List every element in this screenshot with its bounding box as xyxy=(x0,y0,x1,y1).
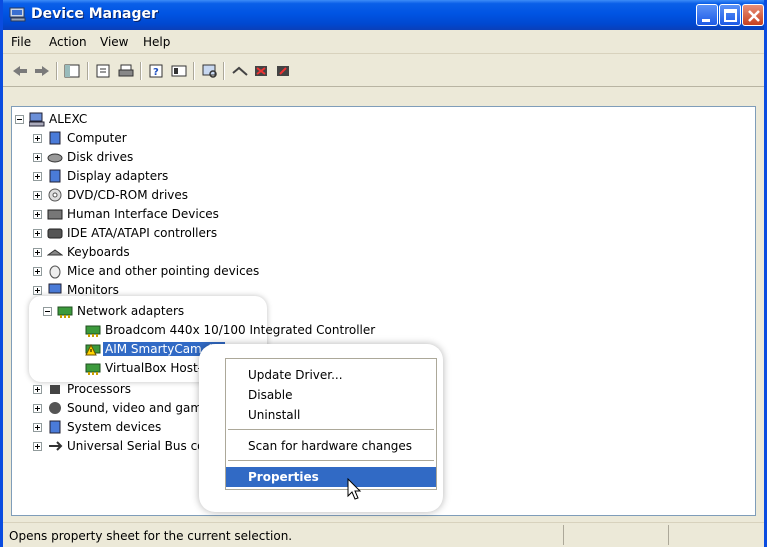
expand-toggle[interactable] xyxy=(33,229,42,238)
menu-item-uninstall[interactable]: Uninstall xyxy=(226,405,436,425)
title-bar[interactable]: Device Manager xyxy=(3,0,764,30)
forward-arrow-icon[interactable] xyxy=(33,63,51,79)
device-manager-icon xyxy=(9,7,26,22)
expand-toggle[interactable] xyxy=(33,248,42,257)
menu-help[interactable]: Help xyxy=(143,35,170,49)
expand-toggle[interactable] xyxy=(33,172,42,181)
mouse-cursor-icon xyxy=(347,478,362,500)
close-icon xyxy=(748,10,760,22)
collapse-toggle[interactable] xyxy=(43,307,52,316)
back-arrow-icon[interactable] xyxy=(11,63,29,79)
expand-toggle[interactable] xyxy=(33,404,42,413)
print-icon[interactable] xyxy=(117,63,135,79)
mouse-icon xyxy=(49,265,61,279)
tree-item-mice[interactable]: Mice and other pointing devices xyxy=(33,262,313,281)
menu-separator xyxy=(228,429,434,430)
computer-icon xyxy=(49,131,61,145)
usb-icon xyxy=(49,441,63,451)
menu-item-disable[interactable]: Disable xyxy=(226,385,436,405)
sound-icon xyxy=(49,402,61,414)
expand-toggle[interactable] xyxy=(33,286,42,295)
tree-item-broadcom[interactable]: Broadcom 440x 10/100 Integrated Controll… xyxy=(71,321,391,340)
toolbar: ? xyxy=(3,55,764,87)
menu-bar: File Action View Help xyxy=(3,30,764,54)
uninstall-icon[interactable] xyxy=(253,63,271,79)
ide-controller-icon xyxy=(47,228,63,239)
minimize-icon xyxy=(702,19,710,22)
menu-item-scan-hardware[interactable]: Scan for hardware changes xyxy=(226,436,436,456)
status-bar: Opens property sheet for the current sel… xyxy=(3,522,764,547)
disk-drive-icon xyxy=(47,153,63,163)
toolbar-separator xyxy=(87,62,89,80)
tree-item-system-devices[interactable]: System devices xyxy=(33,418,213,437)
properties-icon[interactable] xyxy=(95,63,113,79)
processor-icon xyxy=(50,385,60,394)
svg-text:?: ? xyxy=(153,67,159,78)
tree-item-usb[interactable]: Universal Serial Bus con xyxy=(33,437,213,456)
help-icon[interactable]: ? xyxy=(148,63,166,79)
expand-toggle[interactable] xyxy=(33,423,42,432)
system-device-icon xyxy=(49,420,61,434)
disable-icon[interactable] xyxy=(275,63,293,79)
maximize-button[interactable] xyxy=(719,4,741,26)
menu-action[interactable]: Action xyxy=(49,35,87,49)
tree-item-dvd-drives[interactable]: DVD/CD-ROM drives xyxy=(33,186,253,205)
network-adapter-icon xyxy=(57,306,73,318)
menu-separator xyxy=(228,460,434,461)
collapse-toggle[interactable] xyxy=(15,115,24,124)
tree-item-processors[interactable]: Processors xyxy=(33,380,213,399)
menu-file[interactable]: File xyxy=(11,35,31,49)
expand-toggle[interactable] xyxy=(33,153,42,162)
context-menu: Update Driver... Disable Uninstall Scan … xyxy=(225,358,437,490)
device-manager-window: Device Manager File Action View Help ? A… xyxy=(0,0,767,547)
toolbar-separator xyxy=(223,62,225,80)
toolbar-separator xyxy=(140,62,142,80)
warning-device-icon xyxy=(85,343,101,356)
toolbar-separator xyxy=(193,62,195,80)
expand-toggle[interactable] xyxy=(33,442,42,451)
status-text: Opens property sheet for the current sel… xyxy=(9,529,293,543)
close-button[interactable] xyxy=(742,4,764,26)
minimize-button[interactable] xyxy=(696,4,718,26)
tree-item-computer[interactable]: Computer xyxy=(33,129,233,148)
tree-item-network-adapters[interactable]: Network adapters xyxy=(43,302,243,321)
tree-item-keyboards[interactable]: Keyboards xyxy=(33,243,233,262)
menu-item-update-driver[interactable]: Update Driver... xyxy=(226,365,436,385)
keyboard-icon xyxy=(47,249,63,256)
view-icon[interactable] xyxy=(170,63,188,79)
window-title: Device Manager xyxy=(31,6,158,22)
tree-item-disk-drives[interactable]: Disk drives xyxy=(33,148,233,167)
status-pane xyxy=(563,525,663,545)
network-adapter-icon xyxy=(85,325,101,337)
dvd-drive-icon xyxy=(48,188,62,202)
expand-toggle[interactable] xyxy=(33,210,42,219)
expand-toggle[interactable] xyxy=(33,134,42,143)
expand-toggle[interactable] xyxy=(33,385,42,394)
status-pane xyxy=(668,525,758,545)
scan-hardware-icon[interactable] xyxy=(201,63,219,79)
toolbar-separator xyxy=(56,62,58,80)
hid-icon xyxy=(47,209,63,220)
tree-root[interactable]: ALEXC xyxy=(15,110,215,129)
network-adapter-icon xyxy=(85,363,101,375)
menu-item-properties[interactable]: Properties xyxy=(226,467,436,487)
tree-item-sound[interactable]: Sound, video and game xyxy=(33,399,213,418)
expand-toggle[interactable] xyxy=(33,267,42,276)
menu-view[interactable]: View xyxy=(100,35,128,49)
tree-item-display-adapters[interactable]: Display adapters xyxy=(33,167,233,186)
tree-item-hid[interactable]: Human Interface Devices xyxy=(33,205,273,224)
computer-icon xyxy=(29,112,45,127)
display-adapter-icon xyxy=(49,169,61,183)
maximize-icon xyxy=(724,9,737,22)
console-tree-icon[interactable] xyxy=(63,63,81,79)
update-driver-icon[interactable] xyxy=(231,63,249,79)
tree-item-ide-controllers[interactable]: IDE ATA/ATAPI controllers xyxy=(33,224,273,243)
expand-toggle[interactable] xyxy=(33,191,42,200)
